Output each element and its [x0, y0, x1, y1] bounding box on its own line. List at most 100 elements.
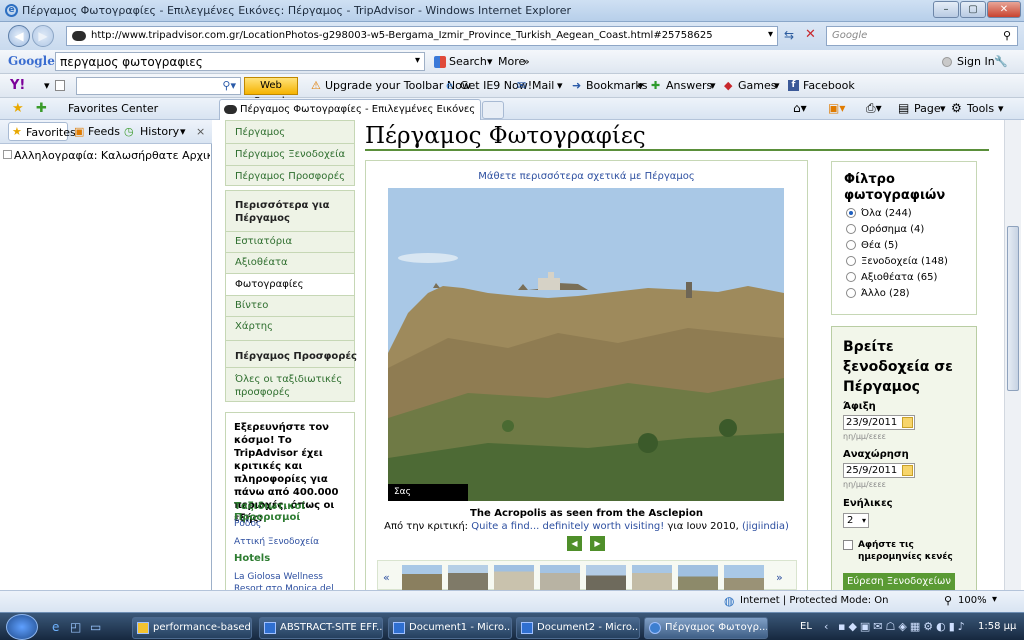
security-zone[interactable]: Internet | Protected Mode: On [740, 595, 888, 606]
mail-button[interactable]: Mail [532, 79, 554, 92]
radio[interactable] [846, 272, 856, 282]
prev-photo-button[interactable]: ◀ [567, 536, 582, 551]
nav-photos[interactable]: Φωτογραφίες [235, 279, 304, 290]
learn-more-link[interactable]: Μάθετε περισσότερα σχετικά με Πέργαμος [366, 171, 807, 182]
quicklaunch-ie-icon[interactable]: e [52, 620, 59, 634]
nav-pergamos-offers[interactable]: Πέργαμος Προσφορές [235, 171, 345, 182]
checkout-field[interactable]: 25/9/2011 [843, 463, 915, 478]
radio[interactable] [846, 224, 856, 234]
zoom-level[interactable]: 100% [958, 595, 987, 606]
thumbnail[interactable] [540, 565, 580, 590]
tab-history[interactable]: History [140, 125, 179, 138]
yahoo-page-icon[interactable] [55, 80, 65, 91]
quicklaunch-explorer-icon[interactable]: ◰ [70, 620, 81, 634]
favorite-item[interactable]: Αλληλογραφία: Καλωσήρθατε Αρχική ... [14, 149, 210, 162]
close-panel-button[interactable]: × [196, 125, 205, 138]
page-dropdown-icon[interactable]: ▾ [940, 102, 946, 115]
nav-videos[interactable]: Βίντεο [235, 300, 268, 311]
taskbar-item-active[interactable]: Πέργαμος Φωτογρ... [644, 617, 768, 639]
close-window-button[interactable]: ✕ [987, 1, 1021, 18]
stop-icon[interactable]: ✕ [805, 27, 816, 42]
google-search-button[interactable]: Search [449, 55, 487, 68]
thumbnail[interactable] [494, 565, 534, 590]
taskbar-item[interactable]: performance-based ... [132, 617, 252, 639]
answers-dropdown-icon[interactable]: ▾ [710, 79, 716, 92]
google-dropdown-icon[interactable]: ▾ [415, 55, 420, 66]
adults-select[interactable]: 2 ▾ [843, 513, 869, 528]
new-tab-button[interactable] [482, 101, 504, 119]
feeds-icon[interactable]: ▣▾ [828, 101, 845, 115]
taskbar-item[interactable]: Document1 - Micro... [388, 617, 512, 639]
checkin-field[interactable]: 23/9/2011 [843, 415, 915, 430]
thumbs-prev-button[interactable]: « [383, 571, 390, 584]
games-dropdown-icon[interactable]: ▾ [774, 79, 780, 92]
forward-button[interactable]: ▶ [32, 25, 54, 47]
clock[interactable]: 1:58 μμ [978, 621, 1016, 632]
yahoo-search-input[interactable]: ⚲▾ [76, 77, 241, 95]
explore-link-rhodes[interactable]: Ρόδος [234, 519, 261, 529]
filter-option-landmarks[interactable]: Ορόσημα (4) [846, 224, 924, 235]
tab-favorites[interactable]: ★ Favorites [8, 122, 76, 141]
thumbnail[interactable] [586, 565, 626, 590]
radio[interactable] [846, 240, 856, 250]
scrollbar-thumb[interactable] [1007, 226, 1019, 391]
google-more-button[interactable]: More [498, 55, 525, 68]
find-hotels-button[interactable]: Εύρεση Ξενοδοχείων [843, 573, 955, 590]
radio-selected[interactable] [846, 208, 856, 218]
wrench-icon[interactable]: 🔧 [994, 55, 1008, 68]
back-button[interactable]: ◀ [8, 25, 30, 47]
favorites-star-icon[interactable]: ★ [12, 101, 24, 116]
tray-icons[interactable]: ▪◆▣✉☖◈▦⚙◐▮♪ [838, 620, 968, 633]
next-photo-button[interactable]: ▶ [590, 536, 605, 551]
yahoo-menu-icon[interactable]: ▾ [44, 79, 50, 92]
nav-attractions[interactable]: Αξιοθέατα [235, 257, 288, 268]
filter-option-all[interactable]: Όλα (244) [846, 208, 912, 219]
radio[interactable] [846, 256, 856, 266]
thumbnail[interactable] [724, 565, 764, 590]
browser-tab[interactable]: Πέργαμος Φωτογραφίες - Επιλεγμένες Εικόν… [219, 99, 481, 120]
leave-dates-checkbox[interactable] [843, 540, 853, 550]
explore-link-attica[interactable]: Αττική Ξενοδοχεία [234, 537, 319, 547]
favorites-center-label[interactable]: Favorites Center [68, 102, 158, 115]
yahoo-web-search-button[interactable]: Web Search [244, 77, 298, 107]
filter-option-other[interactable]: Άλλο (28) [846, 288, 910, 299]
thanks-badge[interactable]: Σας ευχαριστούμε [388, 484, 468, 501]
nav-pergamos[interactable]: Πέργαμος [235, 127, 285, 138]
tools-dropdown-icon[interactable]: ▾ [998, 102, 1004, 115]
minimize-button[interactable]: – [933, 1, 959, 18]
thumbnail[interactable] [632, 565, 672, 590]
review-link[interactable]: Quite a find... definitely worth visitin… [471, 521, 664, 532]
home-icon[interactable]: ⌂▾ [793, 101, 807, 115]
main-photo[interactable]: Σας ευχαριστούμε [388, 188, 784, 501]
filter-option-views[interactable]: Θέα (5) [846, 240, 898, 251]
facebook-button[interactable]: Facebook [803, 79, 855, 92]
search-icon[interactable]: ⚲ [1003, 29, 1011, 42]
filter-option-hotels[interactable]: Ξενοδοχεία (148) [846, 256, 948, 267]
tab-feeds[interactable]: Feeds [88, 125, 120, 138]
thumbs-next-button[interactable]: » [776, 571, 783, 584]
taskbar-item[interactable]: ABSTRACT-SITE EFF... [259, 617, 383, 639]
nav-pergamos-hotels[interactable]: Πέργαμος Ξενοδοχεία [235, 149, 345, 160]
nav-map[interactable]: Χάρτης [235, 321, 273, 332]
mail-dropdown-icon[interactable]: ▾ [557, 79, 563, 92]
thumbnail[interactable] [678, 565, 718, 590]
quicklaunch-desktop-icon[interactable]: ▭ [90, 620, 101, 634]
thumbnail[interactable] [448, 565, 488, 590]
nav-restaurants[interactable]: Εστιατόρια [235, 236, 292, 247]
taskbar-item[interactable]: Document2 - Micro... [516, 617, 640, 639]
google-search-input[interactable]: περγαμος φωτογραφιες ▾ [55, 52, 425, 71]
calendar-icon[interactable] [902, 417, 913, 428]
tray-chevron-icon[interactable]: ‹ [824, 620, 828, 633]
hotels-link[interactable]: La Giolosa Wellness Resort στο Monica de… [234, 571, 352, 590]
start-button[interactable] [6, 614, 38, 640]
thumbnail[interactable] [402, 565, 442, 590]
filter-option-attractions[interactable]: Αξιοθέατα (65) [846, 272, 937, 283]
games-button[interactable]: Games [738, 79, 776, 92]
radio[interactable] [846, 288, 856, 298]
google-search-dropdown-icon[interactable]: ▾ [487, 55, 493, 68]
browser-search-field[interactable]: Google ⚲ [826, 26, 1018, 46]
review-author-link[interactable]: (jigiindia) [742, 521, 789, 532]
tools-menu-button[interactable]: Tools [967, 102, 994, 115]
bookmarks-dropdown-icon[interactable]: ▾ [638, 79, 644, 92]
add-favorites-icon[interactable]: ✚ [36, 101, 47, 116]
